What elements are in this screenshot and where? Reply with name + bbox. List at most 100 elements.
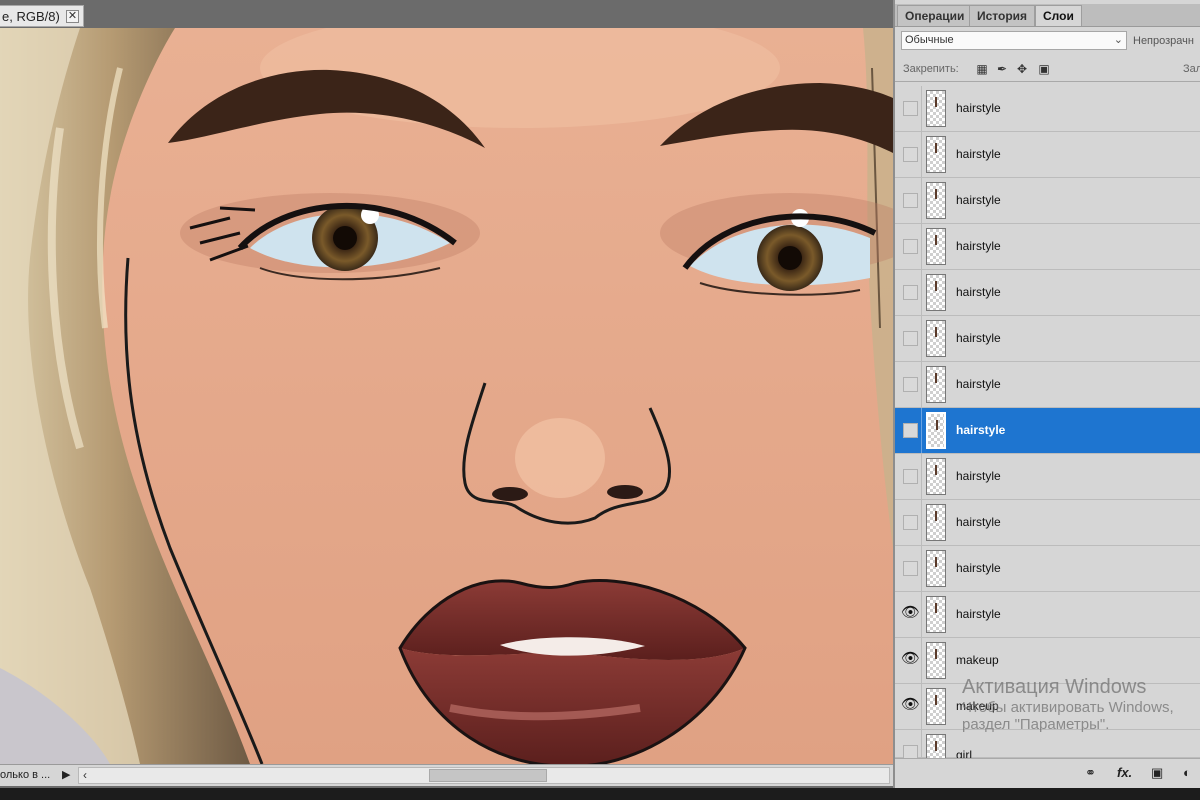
layer-name[interactable]: hairstyle xyxy=(956,561,1001,575)
status-info-field[interactable]: олько в ... xyxy=(0,767,60,784)
visibility-toggle[interactable] xyxy=(898,132,922,177)
layer-name[interactable]: hairstyle xyxy=(956,515,1001,529)
layer-thumbnail xyxy=(926,412,946,449)
layers-list: hairstyle hairstyle hairstyle hairstyle … xyxy=(895,86,1200,758)
layer-row[interactable]: girl xyxy=(895,730,1200,758)
visibility-toggle[interactable]: 👁 xyxy=(898,638,922,683)
fill-label: Зал xyxy=(1183,63,1200,75)
hidden-box-icon xyxy=(903,285,918,300)
document-tab-title: e, RGB/8) xyxy=(2,9,60,24)
lock-move-icon[interactable]: ✥ xyxy=(1015,62,1029,76)
layer-thumbnail xyxy=(926,734,946,758)
lock-transparency-icon[interactable]: ▦ xyxy=(975,62,989,76)
layer-name[interactable]: hairstyle xyxy=(956,469,1001,483)
layer-name[interactable]: hairstyle xyxy=(956,147,1001,161)
visibility-toggle[interactable] xyxy=(898,224,922,269)
layer-name[interactable]: hairstyle xyxy=(956,285,1001,299)
layer-mask-icon[interactable]: ▣ xyxy=(1151,765,1163,781)
link-layers-icon[interactable]: ⚭ xyxy=(1085,765,1096,781)
panel-tabs: Операции История Слои xyxy=(895,4,1200,27)
eye-icon: 👁 xyxy=(901,696,921,713)
eye-icon: 👁 xyxy=(901,604,921,621)
adjustment-layer-icon[interactable]: ◐ xyxy=(1183,765,1191,781)
layer-name[interactable]: girl xyxy=(956,748,972,758)
image-canvas[interactable] xyxy=(0,28,893,764)
layer-row[interactable]: hairstyle xyxy=(895,454,1200,500)
layer-name[interactable]: hairstyle xyxy=(956,193,1001,207)
portrait-artwork xyxy=(0,28,893,764)
scrollbar-thumb[interactable] xyxy=(429,769,547,782)
visibility-toggle[interactable] xyxy=(898,178,922,223)
hidden-box-icon xyxy=(903,193,918,208)
lock-all-icon[interactable]: ▣ xyxy=(1037,62,1051,76)
layer-thumbnail xyxy=(926,366,946,403)
document-window: e, RGB/8) ✕ олько в ... ▶ ‹ xyxy=(0,0,893,788)
layer-row[interactable]: hairstyle xyxy=(895,270,1200,316)
visibility-toggle[interactable] xyxy=(898,500,922,545)
blend-mode-select[interactable]: Обычные ⌄ xyxy=(901,31,1127,50)
layer-name[interactable]: hairstyle xyxy=(956,239,1001,253)
layer-row[interactable]: 👁 makeup xyxy=(895,684,1200,730)
hidden-box-icon xyxy=(903,515,918,530)
layer-thumbnail xyxy=(926,596,946,633)
layer-row[interactable]: hairstyle xyxy=(895,86,1200,132)
layer-row[interactable]: hairstyle xyxy=(895,362,1200,408)
layer-thumbnail xyxy=(926,228,946,265)
hidden-box-icon xyxy=(903,331,918,346)
layer-row[interactable]: hairstyle xyxy=(895,224,1200,270)
lock-label: Закрепить: xyxy=(903,63,959,75)
chevron-down-icon: ⌄ xyxy=(1113,34,1123,46)
hidden-box-icon xyxy=(903,745,918,758)
layer-name[interactable]: makeup xyxy=(956,699,999,713)
layer-row[interactable]: hairstyle xyxy=(895,178,1200,224)
visibility-toggle[interactable] xyxy=(898,454,922,499)
layer-name[interactable]: hairstyle xyxy=(956,331,1001,345)
layer-thumbnail xyxy=(926,504,946,541)
hidden-box-icon xyxy=(903,147,918,162)
visibility-toggle[interactable]: 👁 xyxy=(898,592,922,637)
scroll-left-icon[interactable]: ‹ xyxy=(83,768,87,783)
visibility-toggle[interactable] xyxy=(898,730,922,758)
visibility-toggle[interactable]: 👁 xyxy=(898,684,922,729)
lock-brush-icon[interactable]: ✒ xyxy=(995,62,1009,76)
visibility-toggle[interactable] xyxy=(898,408,922,453)
fx-icon[interactable]: fx. xyxy=(1117,765,1132,781)
horizontal-scrollbar[interactable]: ‹ xyxy=(78,767,890,784)
status-menu-arrow-icon[interactable]: ▶ xyxy=(62,768,70,781)
layer-row[interactable]: hairstyle xyxy=(895,500,1200,546)
tab-layers[interactable]: Слои xyxy=(1035,5,1082,26)
layer-row[interactable]: 👁 hairstyle xyxy=(895,592,1200,638)
visibility-toggle[interactable] xyxy=(898,270,922,315)
layer-row[interactable]: hairstyle xyxy=(895,132,1200,178)
layer-row[interactable]: 👁 makeup xyxy=(895,638,1200,684)
tab-history[interactable]: История xyxy=(969,5,1036,26)
blend-mode-value: Обычные xyxy=(905,34,954,46)
layers-panel: Операции История Слои Обычные ⌄ Непрозра… xyxy=(893,0,1200,788)
layer-thumbnail xyxy=(926,642,946,679)
panel-footer: ⚭ fx. ▣ ◐ xyxy=(895,758,1200,789)
blend-row: Обычные ⌄ Непрозрачн xyxy=(895,27,1200,53)
document-tab[interactable]: e, RGB/8) ✕ xyxy=(0,5,84,27)
layer-thumbnail xyxy=(926,688,946,725)
layer-row[interactable]: hairstyle xyxy=(895,316,1200,362)
tab-actions[interactable]: Операции xyxy=(897,5,973,26)
visibility-toggle[interactable] xyxy=(898,546,922,591)
layer-row-selected[interactable]: hairstyle xyxy=(895,408,1200,454)
layer-thumbnail xyxy=(926,550,946,587)
layer-row[interactable]: hairstyle xyxy=(895,546,1200,592)
layer-thumbnail xyxy=(926,90,946,127)
layer-name[interactable]: hairstyle xyxy=(956,101,1001,115)
layer-name[interactable]: hairstyle xyxy=(956,423,1005,437)
layer-thumbnail xyxy=(926,136,946,173)
layer-name[interactable]: makeup xyxy=(956,653,999,667)
visibility-toggle[interactable] xyxy=(898,362,922,407)
layer-thumbnail xyxy=(926,458,946,495)
lock-row: Закрепить: ▦ ✒ ✥ ▣ Зал xyxy=(895,57,1200,82)
hidden-box-icon xyxy=(903,469,918,484)
visibility-toggle[interactable] xyxy=(898,86,922,131)
layer-name[interactable]: hairstyle xyxy=(956,607,1001,621)
close-icon[interactable]: ✕ xyxy=(66,10,79,23)
status-bar: олько в ... ▶ ‹ xyxy=(0,764,893,786)
layer-name[interactable]: hairstyle xyxy=(956,377,1001,391)
visibility-toggle[interactable] xyxy=(898,316,922,361)
